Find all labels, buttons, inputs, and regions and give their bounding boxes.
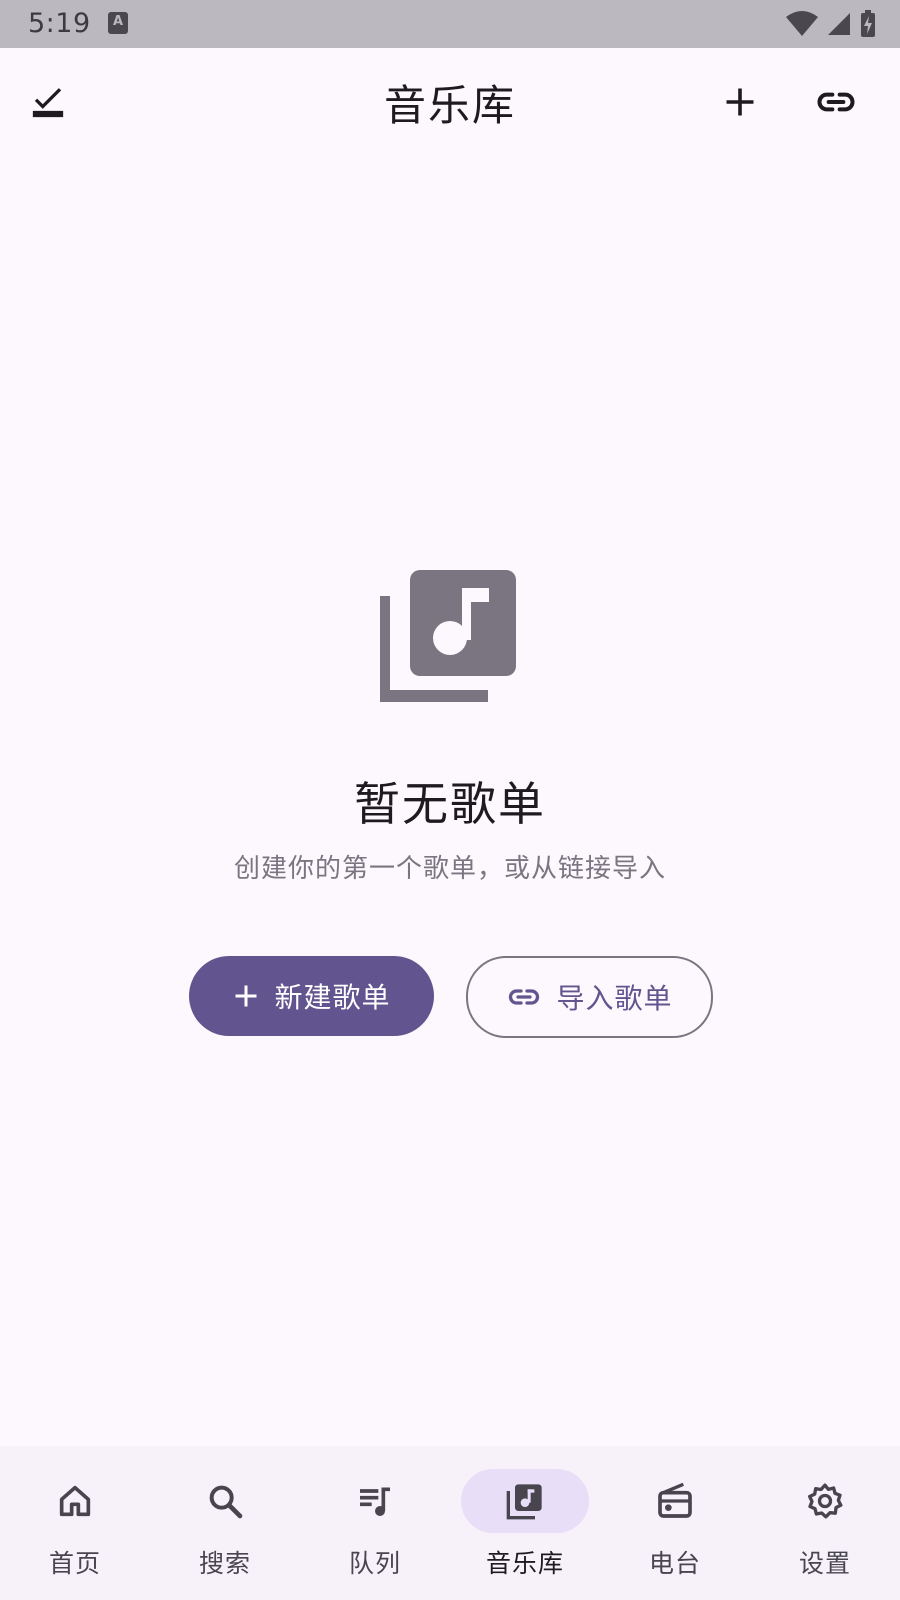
nav-label-settings: 设置 xyxy=(798,1549,851,1578)
wifi-icon xyxy=(786,11,818,36)
library-music-icon xyxy=(380,570,516,702)
status-icons xyxy=(786,10,876,38)
empty-state-subtitle: 创建你的第一个歌单，或从链接导入 xyxy=(233,854,666,884)
nav-indicator xyxy=(461,1469,589,1533)
settings-icon xyxy=(808,1483,843,1519)
add-playlist-button[interactable] xyxy=(712,74,768,130)
nav-indicator xyxy=(311,1469,439,1533)
home-icon xyxy=(59,1485,91,1517)
nav-item-search[interactable]: 搜索 xyxy=(150,1446,300,1600)
nav-label-radio: 电台 xyxy=(648,1549,701,1578)
add-icon xyxy=(726,88,754,116)
new-playlist-label: 新建歌单 xyxy=(274,981,391,1014)
a-icon: A xyxy=(108,12,128,34)
radio-icon xyxy=(658,1482,692,1518)
nav-item-library[interactable]: 音乐库 xyxy=(450,1446,600,1600)
import-playlist-button[interactable]: 导入歌单 xyxy=(466,956,713,1038)
nav-indicator xyxy=(611,1469,739,1533)
nav-item-home[interactable]: 首页 xyxy=(0,1446,150,1600)
top-app-bar: 音乐库 xyxy=(0,48,900,160)
signal-icon xyxy=(828,13,850,35)
import-playlist-label: 导入歌单 xyxy=(556,982,673,1015)
nav-label-home: 首页 xyxy=(48,1549,101,1578)
link-icon xyxy=(817,92,855,112)
queue-music-icon xyxy=(360,1487,390,1516)
nav-label-library: 音乐库 xyxy=(485,1549,564,1578)
nav-indicator xyxy=(161,1469,289,1533)
new-playlist-button[interactable]: 新建歌单 xyxy=(189,956,434,1036)
nav-label-queue: 队列 xyxy=(348,1549,401,1578)
empty-state-title: 暂无歌单 xyxy=(354,777,546,831)
nav-indicator xyxy=(11,1469,139,1533)
nav-item-settings[interactable]: 设置 xyxy=(750,1446,900,1600)
search-icon xyxy=(209,1485,243,1519)
status-time: 5:19 xyxy=(28,8,91,39)
library-music-icon xyxy=(506,1484,542,1520)
import-link-button[interactable] xyxy=(808,74,864,130)
nav-item-radio[interactable]: 电台 xyxy=(600,1446,750,1600)
nav-item-queue[interactable]: 队列 xyxy=(300,1446,450,1600)
status-bar: 5:19 A xyxy=(0,0,900,48)
add-icon xyxy=(235,985,257,1007)
nav-label-search: 搜索 xyxy=(198,1549,251,1578)
nav-indicator xyxy=(761,1469,889,1533)
battery-charging-icon xyxy=(861,10,875,37)
bottom-navigation: 首页 搜索 队列 音乐库 电台 设置 xyxy=(0,1446,900,1600)
link-icon xyxy=(509,989,540,1005)
